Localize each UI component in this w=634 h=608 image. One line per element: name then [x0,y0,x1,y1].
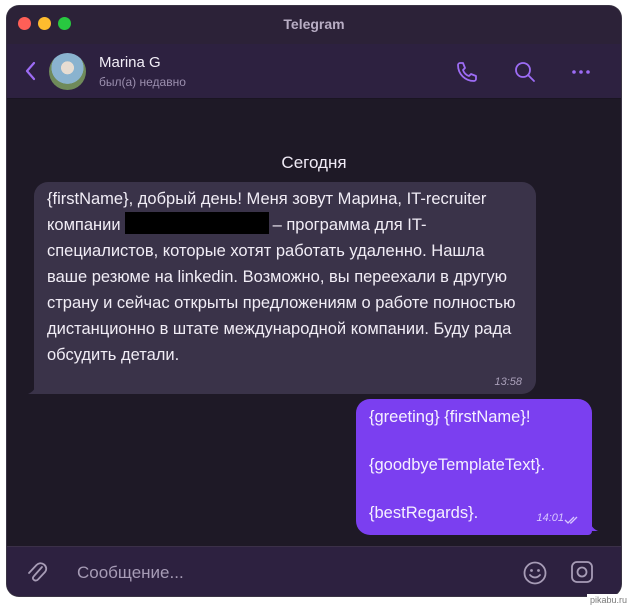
message-text-part: – программа для IT-специалистов, которые… [47,216,516,364]
contact-status: был(а) недавно [99,75,186,89]
paperclip-icon[interactable] [25,559,49,590]
message-time: 13:58 [494,376,522,388]
title-bar: Telegram [7,6,621,44]
more-icon[interactable] [568,59,594,85]
date-divider: Сегодня [281,153,347,172]
chat-header: Marina G был(а) недавно [7,44,621,99]
camera-icon[interactable] [569,559,595,590]
avatar[interactable] [49,53,86,90]
incoming-message-text: {firstName}, добрый день! Меня зовут Мар… [47,186,529,368]
bubble-tail-icon [28,383,40,394]
message-input[interactable]: Сообщение... [77,563,184,583]
outgoing-message-text: {greeting} {firstName}! {goodbyeTemplate… [369,408,546,522]
message-list[interactable]: Сегодня {firstName}, добрый день! Меня з… [7,99,621,546]
contact-name[interactable]: Marina G [99,54,161,71]
message-time: 14:01 [536,512,564,524]
watermark: pikabu.ru [586,594,630,606]
search-icon[interactable] [512,59,538,85]
emoji-icon[interactable] [522,560,548,591]
redacted-block [124,212,269,234]
outgoing-message[interactable]: {greeting} {firstName}! {goodbyeTemplate… [356,399,592,535]
phone-icon[interactable] [454,59,480,85]
read-ticks-icon [564,516,578,524]
window-title: Telegram [283,16,345,32]
composer: Сообщение... [7,546,621,596]
bubble-tail-icon [586,519,598,531]
back-icon[interactable] [21,59,41,83]
incoming-message[interactable]: {firstName}, добрый день! Меня зовут Мар… [34,182,536,394]
telegram-window: Telegram Marina G был(а) недавно Сегодня… [7,6,621,596]
